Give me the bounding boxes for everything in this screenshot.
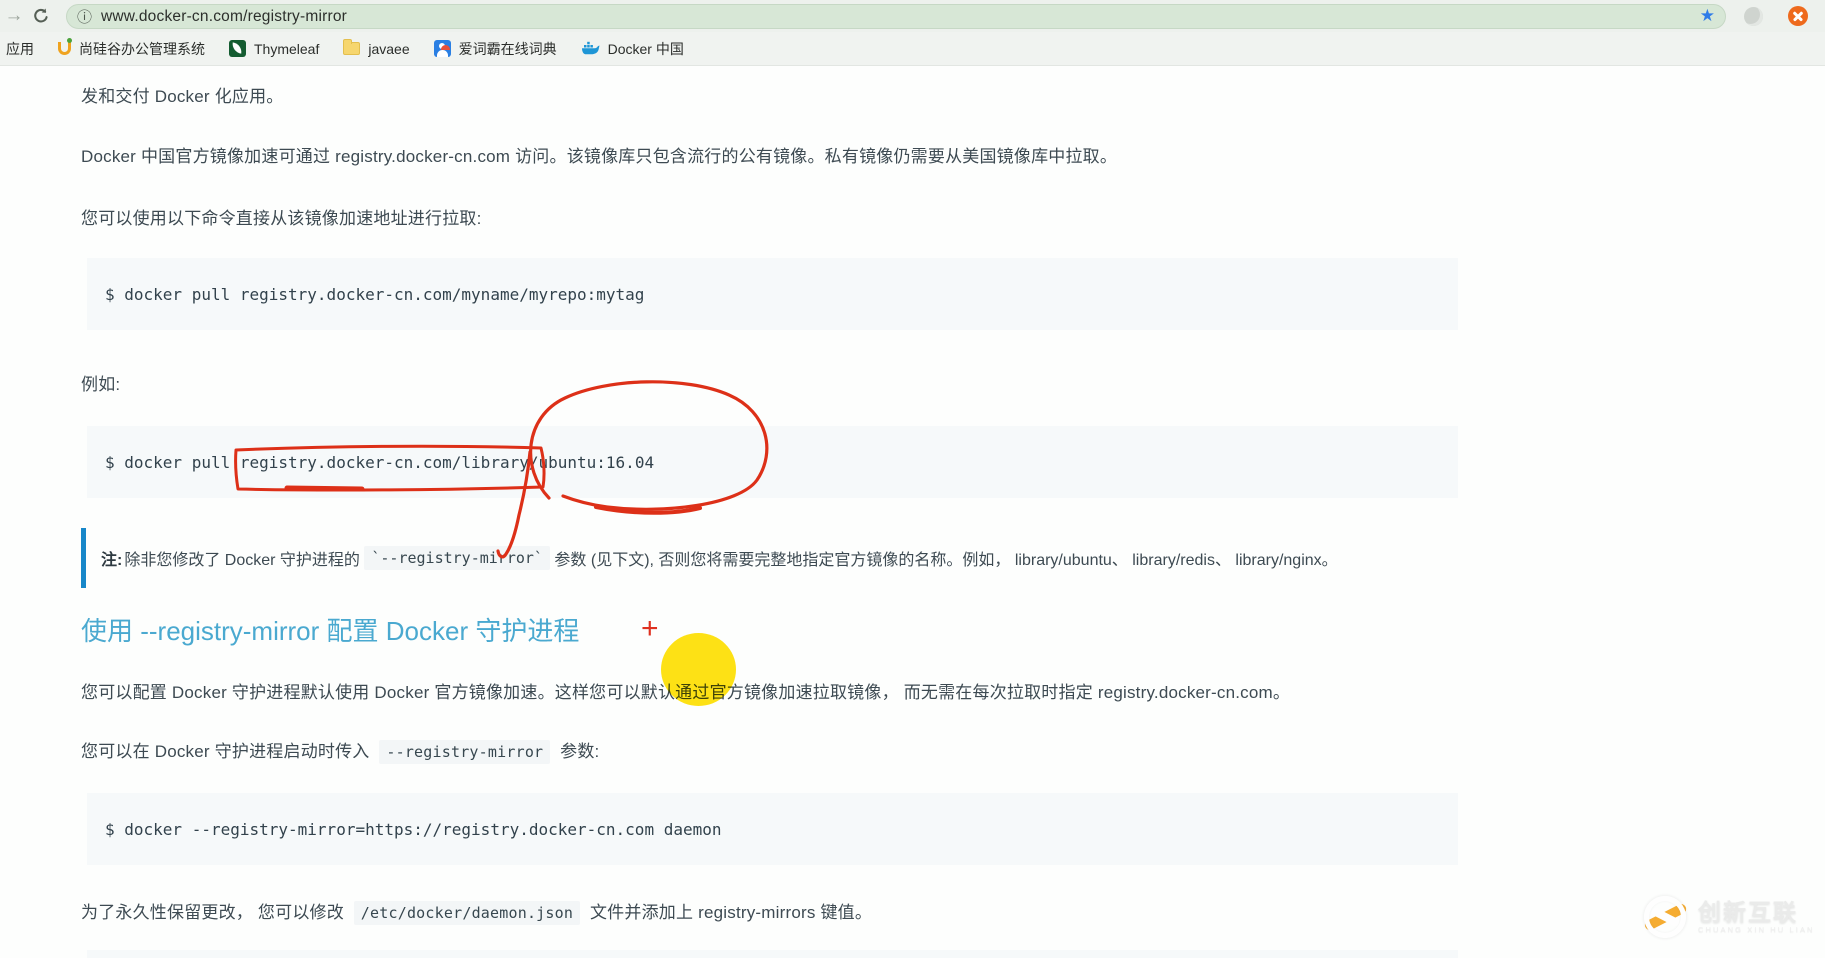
page-info-icon[interactable]: ⓘ xyxy=(77,6,92,27)
bookmark-javaee[interactable]: javaee xyxy=(343,41,409,57)
extension-icon[interactable] xyxy=(1744,7,1763,26)
daemon-json-path-code: /etc/docker/daemon.json xyxy=(354,901,580,925)
reload-icon[interactable] xyxy=(28,5,54,27)
bookmark-label: 爱词霸在线词典 xyxy=(459,39,557,59)
code-block-pull-generic: $ docker pull registry.docker-cn.com/myn… xyxy=(87,258,1458,330)
bookmark-docker-cn[interactable]: Docker 中国 xyxy=(581,39,684,59)
bookmark-thymeleaf[interactable]: Thymeleaf xyxy=(229,40,319,57)
note-text: 参数 (见下文), 否则您将需要完整地指定官方镜像的名称。例如， library… xyxy=(554,546,1337,570)
intro-tail-text: 发和交付 Docker 化应用。 xyxy=(81,82,284,107)
docker-whale-icon xyxy=(581,40,600,58)
registry-mirror-flag-code: --registry-mirror xyxy=(379,740,550,764)
watermark-logo-icon xyxy=(1641,893,1689,941)
bookmarks-bar: 应用 尚硅谷办公管理系统 Thymeleaf javaee 爱词霸在线词典 Do… xyxy=(0,32,1825,66)
pull-instruction-paragraph: 您可以使用以下命令直接从该镜像加速地址进行拉取: xyxy=(81,204,482,229)
bookmark-label: Docker 中国 xyxy=(608,39,684,59)
bookmark-iciba[interactable]: 爱词霸在线词典 xyxy=(434,39,557,59)
watermark-title: 创新互联 xyxy=(1698,900,1815,924)
code-block-pull-ubuntu: $ docker pull registry.docker-cn.com/lib… xyxy=(87,426,1458,498)
browser-menu-icon[interactable] xyxy=(1788,6,1808,26)
yellow-highlight-circle xyxy=(661,633,736,706)
code-text: $ docker --registry-mirror=https://regis… xyxy=(105,820,722,839)
watermark-subtitle: CHUANG XIN HU LIAN xyxy=(1698,926,1815,934)
highlighted-registry-prefix: registry.docker-cn.com/library/ xyxy=(240,453,539,472)
bookmark-label: Thymeleaf xyxy=(254,41,319,57)
bookmark-shangguigu[interactable]: 尚硅谷办公管理系统 xyxy=(58,39,205,59)
paragraph-text: 参数: xyxy=(555,742,599,761)
daemon-flag-paragraph: 您可以在 Docker 守护进程启动时传入 --registry-mirror … xyxy=(81,737,599,762)
code-block-daemon: $ docker --registry-mirror=https://regis… xyxy=(87,793,1458,865)
dictionary-icon xyxy=(434,40,451,57)
watermark: 创新互联 CHUANG XIN HU LIAN xyxy=(1641,893,1815,941)
leaf-icon xyxy=(229,40,246,57)
note-label: 注: xyxy=(101,546,122,570)
code-text-image-tag: ubuntu:16.04 xyxy=(538,453,654,472)
daemon-json-paragraph: 为了永久性保留更改， 您可以修改 /etc/docker/daemon.json… xyxy=(81,898,872,923)
page-content: 发和交付 Docker 化应用。 Docker 中国官方镜像加速可通过 regi… xyxy=(0,66,1825,958)
paragraph-text: 为了永久性保留更改， 您可以修改 xyxy=(81,903,349,922)
apps-shortcut[interactable]: 应用 xyxy=(6,39,34,59)
section-heading-registry-mirror: 使用 --registry-mirror 配置 Docker 守护进程 xyxy=(81,611,579,648)
bookmark-star-icon[interactable]: ★ xyxy=(1700,6,1715,26)
code-text: $ docker pull registry.docker-cn.com/myn… xyxy=(105,285,644,304)
note-text: 除非您修改了 Docker 守护进程的 xyxy=(124,546,360,570)
paragraph-text: 文件并添加上 registry-mirrors 键值。 xyxy=(585,903,872,922)
red-plus-annotation: + xyxy=(641,612,659,646)
url-text[interactable]: www.docker-cn.com/registry-mirror xyxy=(101,8,347,26)
registry-mirror-code: `--registry-mirror` xyxy=(364,546,550,570)
browser-toolbar: → ⓘ www.docker-cn.com/registry-mirror ★ xyxy=(0,0,1825,32)
note-callout: 注: 除非您修改了 Docker 守护进程的 `--registry-mirro… xyxy=(81,528,1338,588)
next-code-block-edge xyxy=(87,950,1458,958)
code-text: $ docker pull xyxy=(105,453,240,472)
paragraph-text: 您可以在 Docker 守护进程启动时传入 xyxy=(81,742,374,761)
example-label: 例如: xyxy=(81,370,120,395)
folder-icon xyxy=(343,42,360,55)
address-bar[interactable]: ⓘ www.docker-cn.com/registry-mirror ★ xyxy=(66,4,1726,29)
bookmark-label: javaee xyxy=(368,41,409,57)
bookmark-label: 尚硅谷办公管理系统 xyxy=(79,39,205,59)
mirror-intro-paragraph: Docker 中国官方镜像加速可通过 registry.docker-cn.co… xyxy=(81,142,1117,167)
forward-icon[interactable]: → xyxy=(0,5,28,27)
u-logo-icon xyxy=(58,42,71,55)
